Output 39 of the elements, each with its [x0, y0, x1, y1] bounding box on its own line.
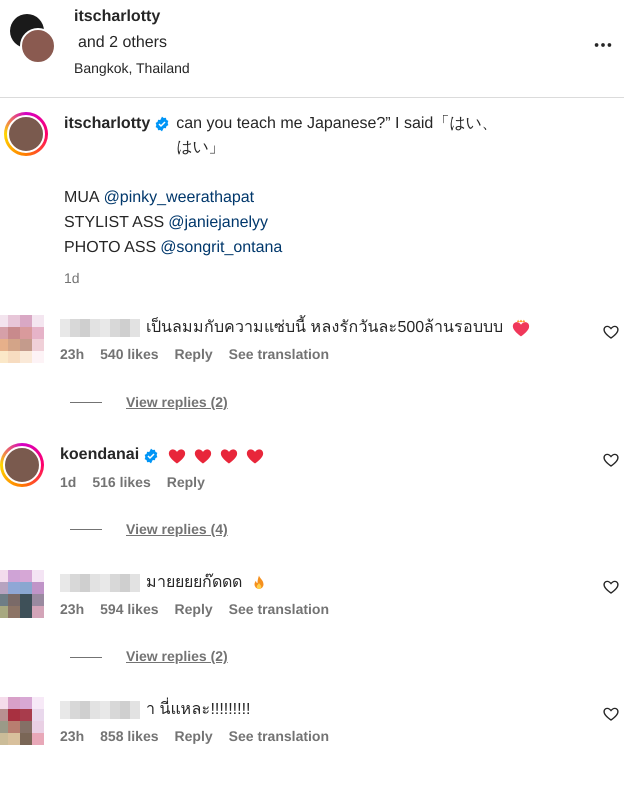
translation-link[interactable]: See translation: [228, 600, 330, 620]
reply-button[interactable]: Reply: [174, 726, 213, 747]
comment-text: า นี่แหละ!!!!!!!!!: [146, 698, 250, 722]
likes-count[interactable]: 594 likes: [100, 600, 159, 620]
like-button[interactable]: [602, 450, 620, 469]
comment-text: เป็นลมมกับความแซ่บนี้ หลงรักวันละ500ล้านรอบบบ: [146, 317, 504, 340]
username[interactable]: itscharlotty: [64, 112, 150, 136]
reply-button[interactable]: Reply: [174, 345, 213, 365]
credit-label: PHOTO ASS: [64, 238, 156, 258]
heart-icon: [511, 318, 532, 338]
view-replies-link[interactable]: View replies (4): [126, 520, 228, 540]
timestamp: 23h: [60, 726, 84, 746]
username[interactable]: koendanai: [60, 444, 140, 467]
likes-count[interactable]: 516 likes: [92, 472, 151, 492]
reply-button[interactable]: Reply: [174, 600, 213, 620]
credit-label: MUA: [64, 188, 100, 208]
credit-label: STYLIST ASS: [64, 212, 164, 233]
translation-link[interactable]: See translation: [228, 726, 330, 747]
mention-link[interactable]: @songrit_ontana: [160, 236, 282, 260]
mention-link[interactable]: @pinky_weerathapat: [104, 186, 254, 211]
location-text[interactable]: Bangkok, Thailand: [74, 58, 592, 78]
translation-link[interactable]: See translation: [228, 345, 330, 365]
like-button[interactable]: [602, 704, 620, 723]
like-button[interactable]: [602, 578, 620, 596]
mention-link[interactable]: @janiejanelyy: [168, 210, 268, 236]
others-link[interactable]: and 2 others: [74, 32, 592, 55]
timestamp: 1d: [60, 472, 76, 492]
like-button[interactable]: [602, 323, 620, 342]
likes-count[interactable]: 540 likes: [100, 345, 159, 365]
caption-text: can you teach me Japanese?” I said「はい、はい」: [176, 114, 498, 158]
likes-count[interactable]: 858 likes: [100, 726, 159, 747]
timestamp: 23h: [60, 600, 84, 619]
reply-button[interactable]: Reply: [166, 472, 205, 492]
timestamp: 1d: [64, 270, 80, 286]
view-replies-link[interactable]: View replies (2): [126, 647, 228, 667]
username[interactable]: itscharlotty: [74, 6, 592, 28]
comment-text: มายยยยก๊ดดด: [146, 572, 242, 593]
view-replies-link[interactable]: View replies (2): [126, 392, 228, 413]
timestamp: 23h: [60, 345, 84, 364]
